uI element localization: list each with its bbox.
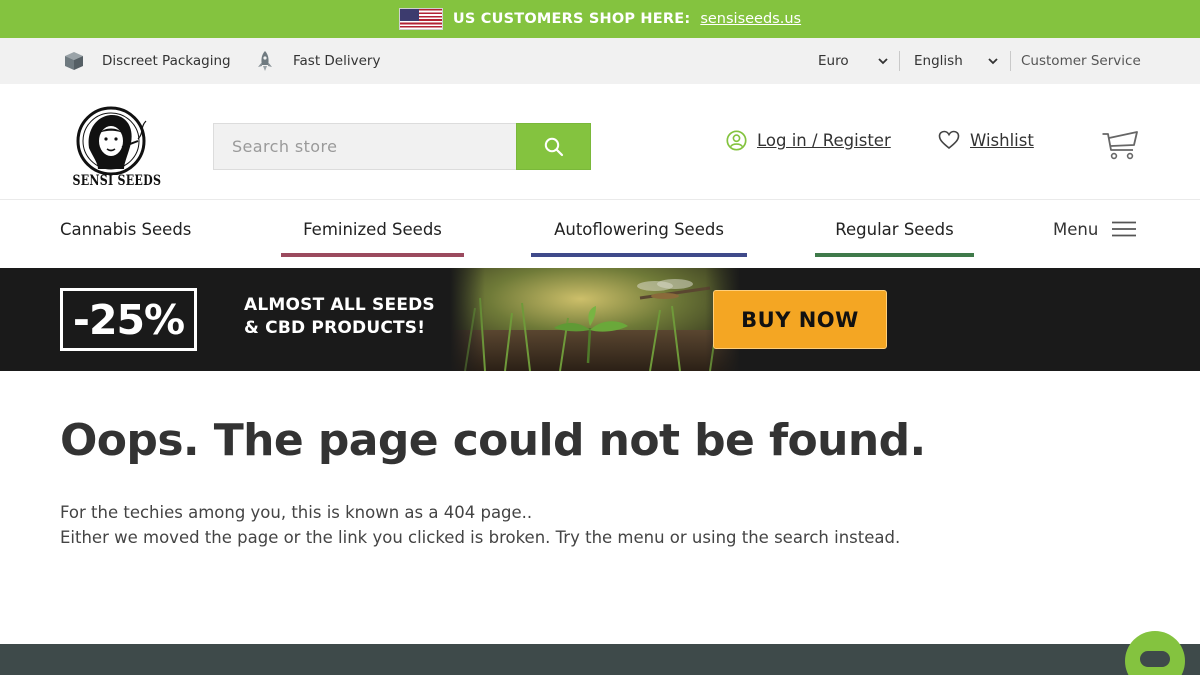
error-line-1: For the techies among you, this is known…: [60, 503, 533, 522]
customer-service-link[interactable]: Customer Service: [1021, 38, 1141, 84]
discreet-packaging-label: Discreet Packaging: [102, 53, 231, 69]
package-icon: [65, 52, 83, 70]
wishlist-link[interactable]: Wishlist: [938, 130, 1034, 150]
language-select[interactable]: English: [914, 38, 998, 84]
chat-icon: [1140, 651, 1170, 667]
us-shop-text: US CUSTOMERS SHOP HERE:: [452, 11, 691, 27]
not-found-content: Oops. The page could not be found. For t…: [60, 410, 1160, 550]
nav-cannabis-seeds[interactable]: Cannabis Seeds: [60, 200, 196, 258]
search-input[interactable]: [213, 123, 516, 170]
menu-button[interactable]: Menu: [1053, 200, 1137, 258]
category-nav: Cannabis Seeds Feminized Seeds Autoflowe…: [0, 200, 1200, 268]
divider: [1010, 51, 1011, 71]
user-icon: [726, 130, 747, 151]
sale-banner[interactable]: -25% ALMOST ALL SEEDS & CBD PRODUCTS! BU…: [0, 268, 1200, 371]
cart-button[interactable]: [1101, 128, 1139, 164]
fast-delivery-label: Fast Delivery: [293, 53, 381, 69]
us-shop-link[interactable]: sensiseeds.us: [700, 11, 801, 27]
search-icon: [544, 137, 563, 156]
promo-text: ALMOST ALL SEEDS & CBD PRODUCTS!: [244, 294, 435, 340]
error-description: For the techies among you, this is known…: [60, 500, 1160, 550]
chat-button[interactable]: [1125, 631, 1185, 675]
cart-icon: [1102, 131, 1138, 160]
fast-delivery: Fast Delivery: [256, 38, 380, 84]
utility-bar: Discreet Packaging Fast Delivery Euro En…: [0, 38, 1200, 84]
footer: [0, 644, 1200, 675]
us-flag-icon: [398, 8, 443, 30]
chevron-down-icon: [878, 57, 888, 64]
login-register-link[interactable]: Log in / Register: [726, 130, 891, 151]
promo-line-2: & CBD PRODUCTS!: [244, 318, 426, 338]
promo-line-1: ALMOST ALL SEEDS: [244, 295, 435, 315]
chevron-down-icon: [988, 57, 998, 64]
page-title: Oops. The page could not be found.: [60, 415, 926, 466]
autoflowering-underline: [531, 253, 747, 257]
hamburger-icon: [1112, 221, 1137, 237]
error-line-2: Either we moved the page or the link you…: [60, 528, 901, 547]
search-button[interactable]: [516, 123, 591, 170]
discount-badge: -25%: [60, 288, 197, 351]
nav-regular-seeds[interactable]: Regular Seeds: [815, 200, 974, 258]
login-register-label: Log in / Register: [757, 131, 891, 150]
rocket-icon: [258, 51, 272, 71]
menu-label: Menu: [1053, 219, 1099, 239]
regular-underline: [815, 253, 974, 257]
currency-select[interactable]: Euro: [818, 38, 888, 84]
feminized-underline: [281, 253, 464, 257]
nav-feminized-seeds[interactable]: Feminized Seeds: [281, 200, 464, 258]
discreet-packaging: Discreet Packaging: [63, 38, 231, 84]
search-bar: [213, 123, 591, 170]
divider: [899, 51, 900, 71]
sensi-seeds-logo[interactable]: SENSI SEEDS: [64, 103, 162, 189]
wishlist-label: Wishlist: [970, 130, 1034, 150]
logo-text: SENSI SEEDS: [72, 173, 162, 189]
language-value: English: [914, 53, 963, 69]
buy-now-button[interactable]: BUY NOW: [713, 290, 887, 349]
us-shop-banner[interactable]: US CUSTOMERS SHOP HERE: sensiseeds.us: [0, 0, 1200, 38]
nav-autoflowering-seeds[interactable]: Autoflowering Seeds: [531, 200, 747, 258]
heart-icon: [938, 130, 960, 150]
currency-value: Euro: [818, 53, 849, 69]
logo-emblem: [76, 106, 147, 175]
seedling-dragonfly-image: [450, 268, 740, 371]
site-header: SENSI SEEDS Log in / Register Wishlist: [0, 84, 1200, 200]
